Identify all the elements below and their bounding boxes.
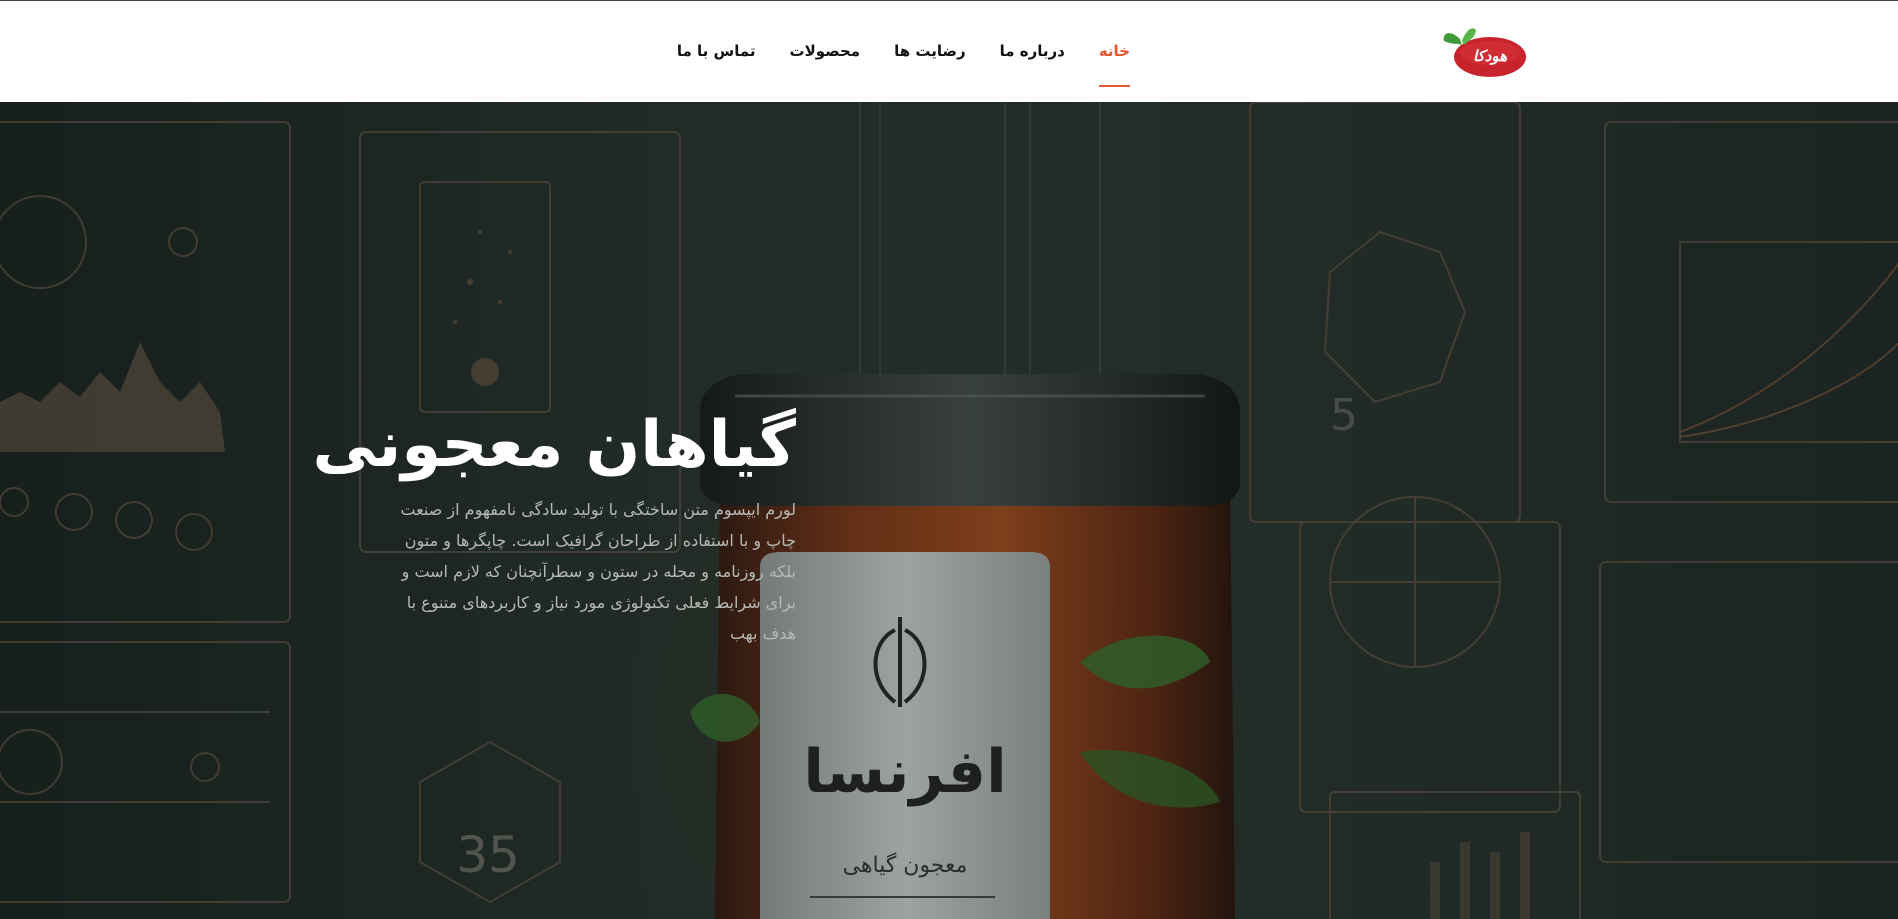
logo-text: هودکا — [1472, 47, 1508, 65]
site-header: خانه درباره ما رضایت ها محصولات تماس با … — [0, 0, 1898, 102]
hero-background-illustration: 35 5 افرنسا معجون گیاهی — [0, 102, 1898, 919]
nav-item-about[interactable]: درباره ما — [1000, 1, 1065, 103]
hero-section: 35 5 افرنسا معجون گیاهی گیاهان معجونی لو… — [0, 102, 1898, 919]
nav-item-testimonials[interactable]: رضایت ها — [894, 1, 966, 103]
hero-title: گیاهان معجونی — [312, 408, 796, 482]
nav-item-home[interactable]: خانه — [1098, 1, 1131, 103]
hero-description: لورم ایپسوم متن ساختگی با تولید سادگی نا… — [400, 500, 796, 643]
site-logo[interactable]: هودکا — [1440, 23, 1532, 83]
nav-item-contact[interactable]: تماس با ما — [677, 1, 756, 103]
nav-item-products[interactable]: محصولات — [790, 1, 861, 103]
main-nav: خانه درباره ما رضایت ها محصولات تماس با … — [677, 1, 1131, 103]
